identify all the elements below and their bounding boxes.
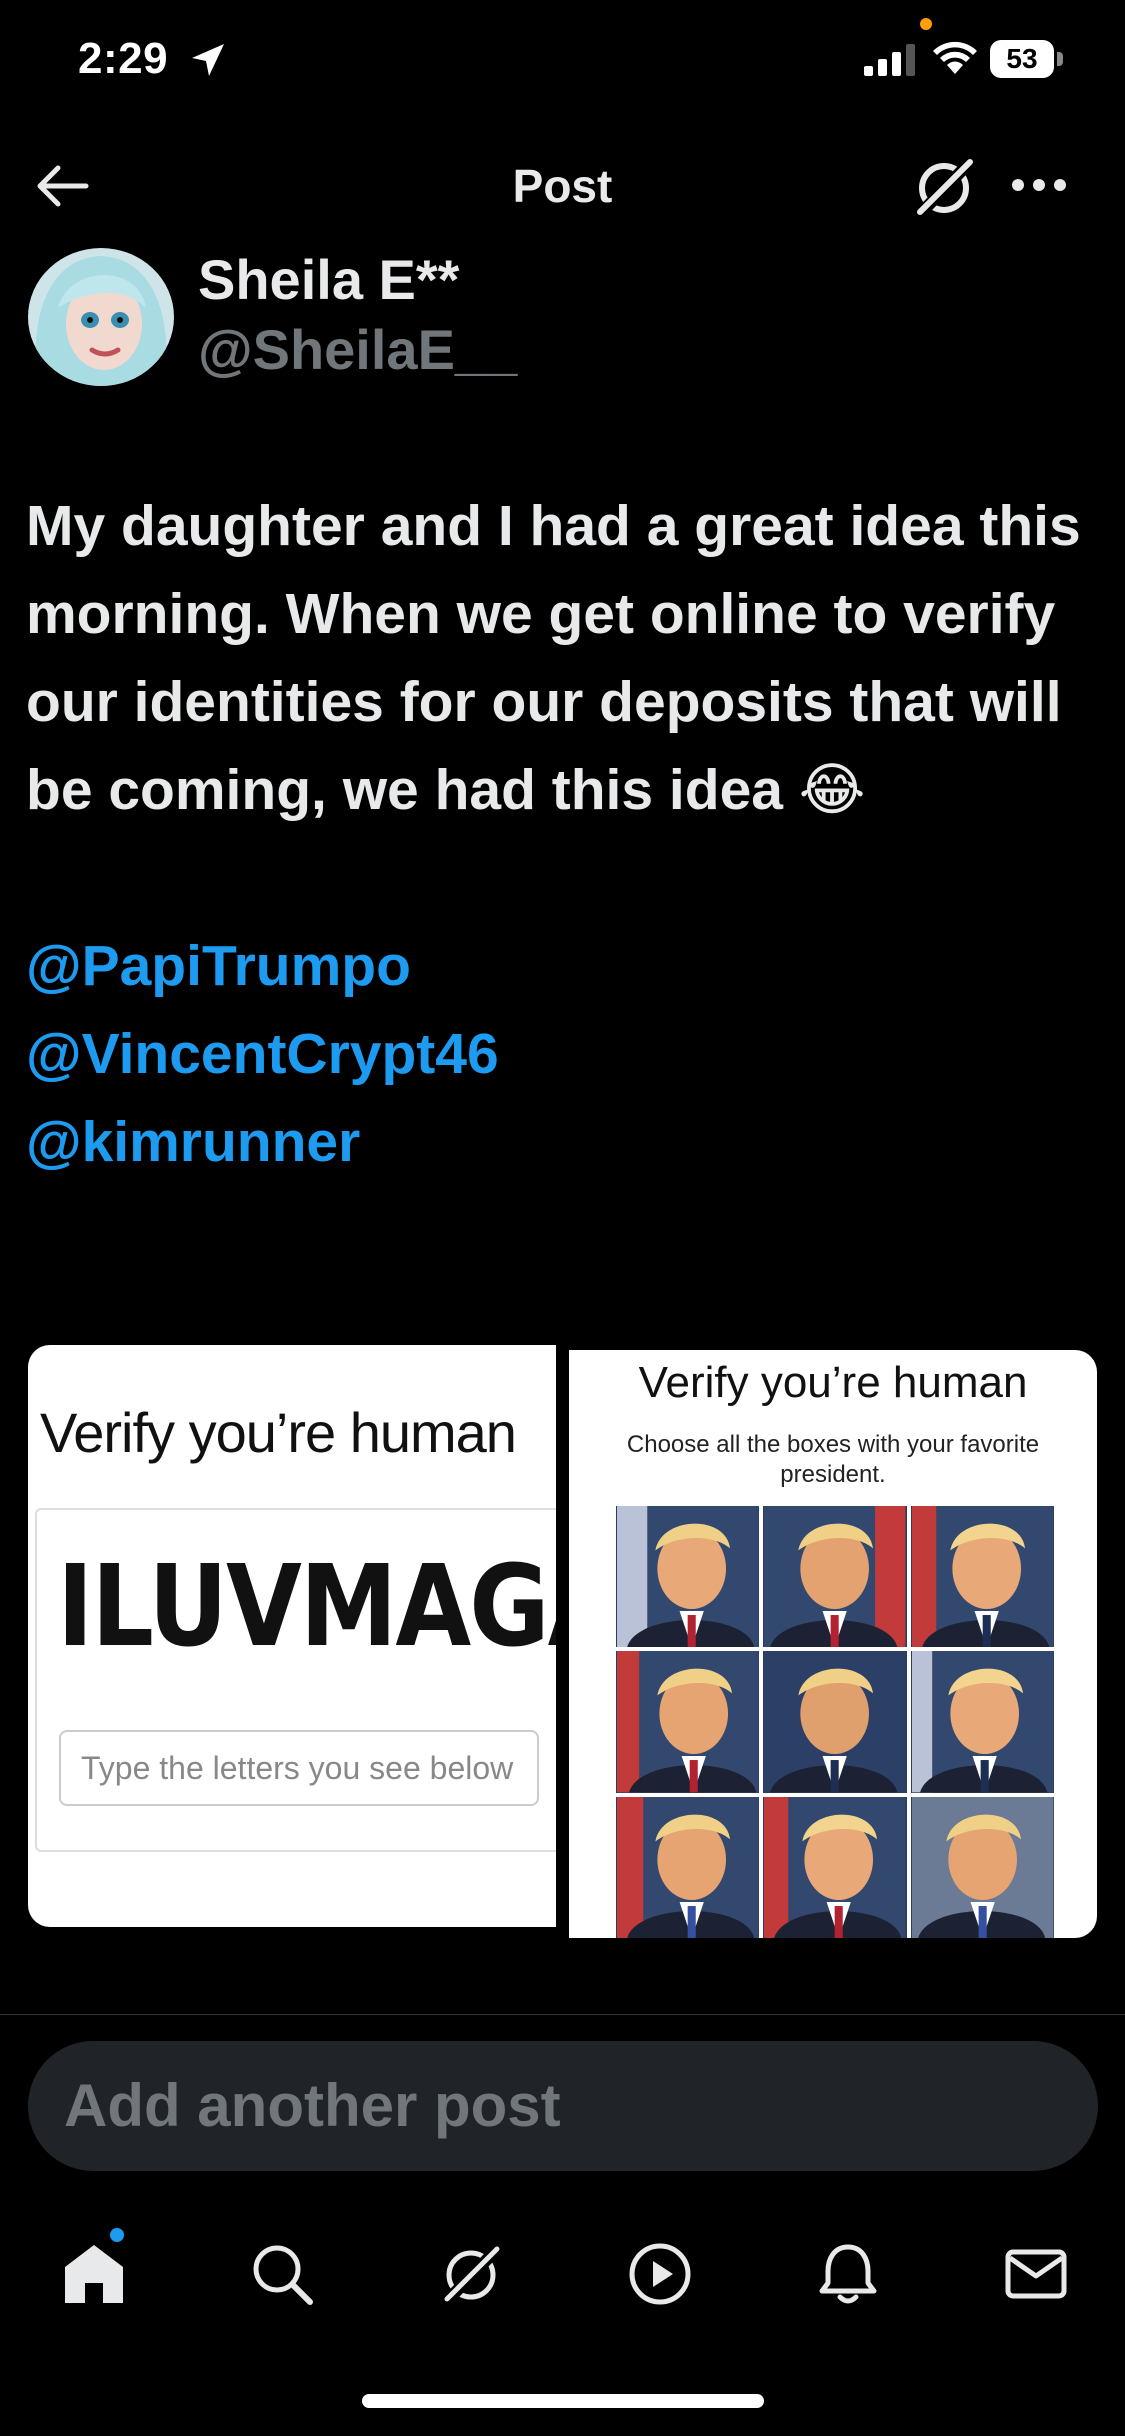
media-image-grid[interactable]: Verify you’re human Choose all the boxes… — [569, 1350, 1097, 1938]
portrait-tile — [763, 1651, 907, 1793]
tab-notifications[interactable] — [808, 2234, 888, 2314]
captcha-box: ILUVMAGA Type the letters you see below — [35, 1508, 556, 1852]
video-icon — [629, 2243, 691, 2305]
tab-video[interactable] — [620, 2234, 700, 2314]
grid-subtitle: Choose all the boxes with your favorite … — [626, 1431, 1040, 1488]
avatar[interactable] — [28, 248, 174, 386]
portrait-tile — [616, 1651, 760, 1793]
portrait-tile — [616, 1506, 760, 1648]
grok-button[interactable] — [910, 152, 980, 222]
back-button[interactable] — [28, 158, 98, 214]
battery-level: 53 — [1006, 43, 1038, 74]
captcha-title: Verify you’re human — [40, 1401, 517, 1464]
grok-icon — [913, 155, 977, 221]
back-arrow-icon — [37, 165, 89, 207]
tab-search[interactable] — [242, 2234, 322, 2314]
captcha-word: ILUVMAGA — [57, 1541, 556, 1673]
captcha-input: Type the letters you see below — [59, 1730, 539, 1806]
mention-link[interactable]: @kimrunner — [26, 1098, 1106, 1186]
search-icon — [253, 2245, 313, 2305]
privacy-indicator-dot — [920, 18, 932, 30]
portrait-tile — [763, 1506, 907, 1648]
grid-title: Verify you’re human — [638, 1358, 1028, 1407]
notifications-icon — [819, 2244, 877, 2304]
tab-home[interactable] — [54, 2234, 134, 2314]
author-name[interactable]: Sheila E** — [198, 248, 459, 312]
author-handle[interactable]: @SheilaE__ — [198, 318, 517, 382]
status-time: 2:29 — [78, 34, 169, 83]
tab-messages[interactable] — [996, 2234, 1076, 2314]
post-text: My daughter and I had a great idea this … — [26, 494, 1081, 822]
home-icon — [65, 2245, 123, 2303]
reply-input[interactable]: Add another post — [28, 2041, 1098, 2171]
portrait-tile — [910, 1506, 1054, 1648]
location-arrow-icon — [192, 44, 224, 76]
battery-icon: 53 — [990, 40, 1066, 78]
portrait-tile — [616, 1796, 760, 1938]
divider — [0, 2014, 1125, 2015]
president-grid — [616, 1506, 1054, 1938]
more-icon — [1012, 179, 1066, 191]
home-indicator[interactable] — [362, 2394, 764, 2408]
avatar-image — [28, 248, 174, 386]
media-image-captcha[interactable]: Verify you’re human ILUVMAGA Type the le… — [28, 1345, 556, 1927]
portrait-tile — [910, 1796, 1054, 1938]
messages-icon — [1005, 2249, 1067, 2299]
post-body: My daughter and I had a great idea this … — [26, 482, 1106, 1186]
tab-grok[interactable] — [432, 2234, 512, 2314]
mention-link[interactable]: @VincentCrypt46 — [26, 1010, 1106, 1098]
more-options-button[interactable] — [1006, 160, 1072, 210]
reply-placeholder: Add another post — [64, 2072, 561, 2139]
cellular-signal-icon — [864, 44, 915, 76]
grok-icon — [440, 2242, 504, 2308]
wifi-icon — [933, 41, 977, 74]
portrait-tile — [763, 1796, 907, 1938]
notification-dot — [110, 2228, 124, 2242]
mention-link[interactable]: @PapiTrumpo — [26, 922, 1106, 1010]
portrait-tile — [910, 1651, 1054, 1793]
